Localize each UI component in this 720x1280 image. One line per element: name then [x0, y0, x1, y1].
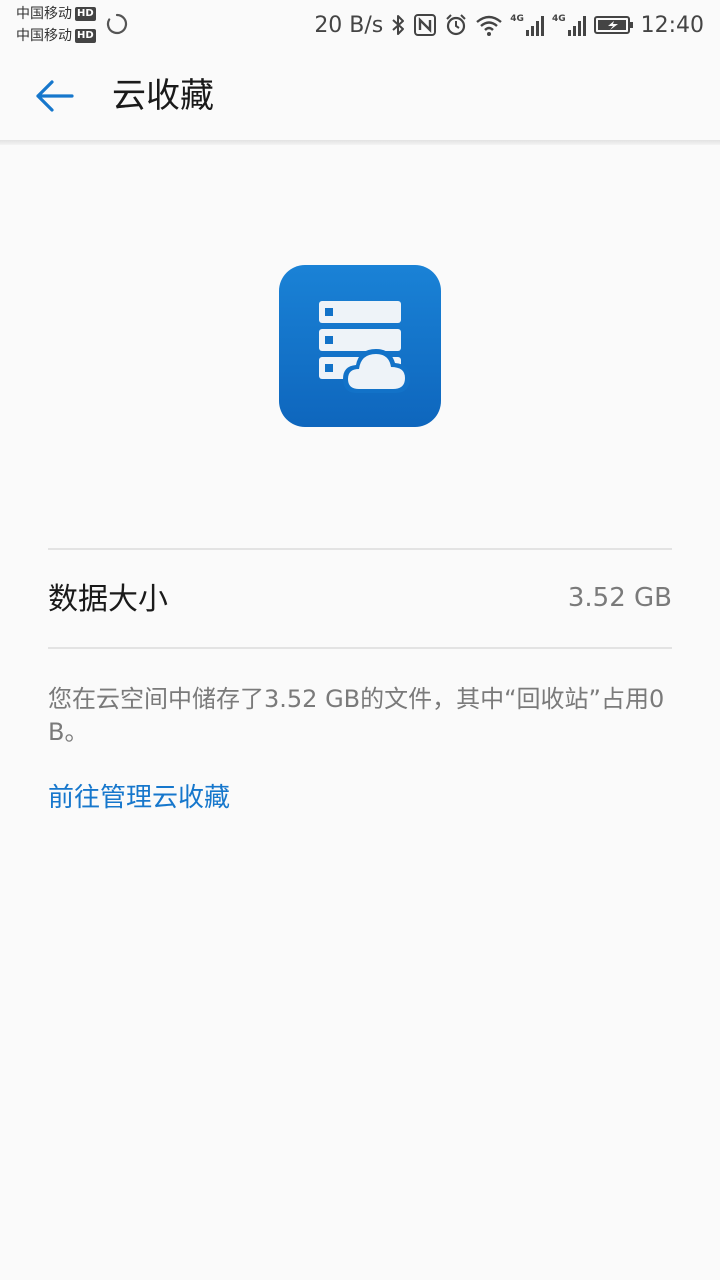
carrier-1: 中国移动 HD [16, 3, 96, 25]
signal-2: 4G [552, 14, 587, 36]
network-speed: 20 B/s [314, 12, 384, 38]
hd-badge: HD [75, 7, 96, 21]
arrow-left-icon [36, 80, 74, 112]
carrier-2: 中国移动 HD [16, 25, 96, 47]
signal-icon [567, 16, 586, 36]
carrier-info: 中国移动 HD 中国移动 HD [16, 3, 96, 47]
status-bar: 中国移动 HD 中国移动 HD 20 B/s 4G 4G 12:40 [0, 0, 720, 52]
signal-1-label: 4G [510, 14, 524, 24]
cloud-server-icon [279, 265, 441, 427]
signal-1: 4G [510, 14, 545, 36]
app-bar-divider [0, 140, 720, 145]
signal-icon [525, 16, 544, 36]
nfc-icon [414, 14, 437, 36]
alarm-icon [446, 14, 466, 36]
hd-badge: HD [75, 29, 96, 43]
clock: 12:40 [640, 12, 704, 38]
loading-icon [106, 13, 128, 35]
storage-description: 您在云空间中储存了3.52 GB的文件，其中“回收站”占用0 B。 [48, 685, 665, 746]
bluetooth-icon [392, 15, 405, 35]
carrier-1-name: 中国移动 [16, 6, 72, 22]
page-title: 云收藏 [112, 76, 214, 116]
divider-bottom [48, 647, 672, 649]
data-size-value: 3.52 GB [567, 583, 672, 613]
carrier-2-name: 中国移动 [16, 28, 72, 44]
app-bar: 云收藏 [0, 52, 720, 140]
wifi-icon [476, 15, 503, 36]
manage-cloud-favorites-link[interactable]: 前往管理云收藏 [48, 780, 230, 816]
status-icons: 20 B/s 4G 4G 12:40 [314, 0, 704, 50]
battery-charging-icon [593, 16, 633, 34]
back-button[interactable] [28, 72, 80, 120]
data-size-label: 数据大小 [48, 582, 168, 617]
signal-2-label: 4G [551, 14, 566, 24]
divider-top [48, 548, 672, 550]
